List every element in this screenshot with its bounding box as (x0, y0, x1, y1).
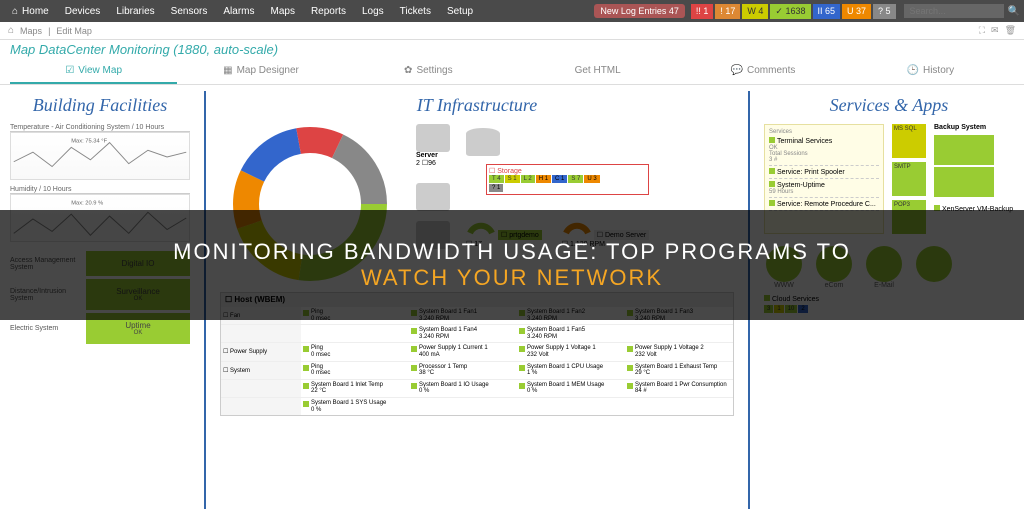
database-icon (466, 128, 500, 156)
host-row-label: ☐ Power Supply (221, 342, 301, 360)
log-entries-button[interactable]: New Log Entries 47 (594, 4, 685, 18)
top-nav: ⌂HomeDevicesLibrariesSensorsAlarmsMapsRe… (0, 0, 1024, 22)
host-cell[interactable]: System Board 1 Pwr Consumption84 # (625, 379, 733, 397)
nav-item-tickets[interactable]: Tickets (392, 0, 439, 22)
nav-item-reports[interactable]: Reports (303, 0, 354, 22)
breadcrumb-item: Edit Map (56, 26, 92, 36)
status-badge[interactable]: ? 5 (873, 4, 896, 19)
breadcrumb: ⌂ Maps | Edit Map ⛶ ✉ 🗑 (0, 22, 1024, 40)
host-cell[interactable] (409, 397, 517, 415)
service-tile[interactable]: SMTP (892, 162, 926, 196)
host-cell[interactable]: System Board 1 MEM Usage0 % (517, 379, 625, 397)
breadcrumb-item[interactable]: Maps (20, 26, 42, 36)
nav-item-setup[interactable]: Setup (439, 0, 481, 22)
host-cell[interactable] (625, 397, 733, 415)
tab-history[interactable]: 🕒History (847, 59, 1014, 84)
host-cell[interactable]: Power Supply 1 Current 1400 mA (409, 342, 517, 360)
server-widget[interactable]: Server 2 ☐96 (416, 124, 450, 167)
tab-map-designer[interactable]: ▦Map Designer (177, 59, 344, 84)
section-title-infra: IT Infrastructure (220, 95, 734, 116)
host-cell[interactable] (517, 397, 625, 415)
storage-widget[interactable]: ☐ Storage T 4S 1L 2H 1C 1S 7U 3? 1 (486, 164, 649, 195)
rack-icon (416, 183, 450, 211)
host-cell[interactable]: System Board 1 CPU Usage1 % (517, 361, 625, 379)
status-badge[interactable]: ! 17 (715, 4, 740, 19)
mail-icon[interactable]: ✉ (991, 25, 999, 36)
status-badge[interactable]: U 37 (842, 4, 871, 19)
host-cell[interactable]: Ping0 msec (301, 342, 409, 360)
server-icon (416, 124, 450, 152)
status-badge[interactable]: W 4 (742, 4, 768, 19)
tab-comments[interactable]: 💬Comments (679, 59, 846, 84)
nav-item-devices[interactable]: Devices (57, 0, 109, 22)
tab-view-map[interactable]: ☑View Map (10, 59, 177, 84)
host-cell[interactable]: Power Supply 1 Voltage 2232 Volt (625, 342, 733, 360)
delete-icon[interactable]: 🗑 (1005, 25, 1016, 36)
home-icon[interactable]: ⌂ (8, 25, 14, 36)
tab-bar: ☑View Map▦Map Designer✿SettingsGet HTML💬… (0, 59, 1024, 85)
host-cell[interactable]: System Board 1 Exhaust Temp29 °C (625, 361, 733, 379)
host-row-label (221, 324, 301, 342)
host-row-label: ☐ System (221, 361, 301, 379)
search-icon[interactable]: 🔍 (1008, 6, 1020, 17)
nav-item-libraries[interactable]: Libraries (108, 0, 162, 22)
svg-text:Max: 75.34 °F: Max: 75.34 °F (71, 139, 107, 145)
overlay-line1: MONITORING BANDWIDTH USAGE: TOP PROGRAMS… (173, 239, 851, 265)
host-cell[interactable]: System Board 1 Fan43.240 RPM (409, 324, 517, 342)
tab-get-html[interactable]: Get HTML (512, 59, 679, 84)
nav-item-logs[interactable]: Logs (354, 0, 392, 22)
nav-item-home[interactable]: ⌂Home (4, 0, 57, 22)
status-badge[interactable]: !! 1 (691, 4, 714, 19)
host-cell[interactable]: Ping0 msec (301, 361, 409, 379)
section-title-facilities: Building Facilities (10, 95, 190, 116)
nav-item-alarms[interactable]: Alarms (215, 0, 262, 22)
home-icon: ⌂ (12, 6, 18, 17)
host-row-label (221, 397, 301, 415)
service-tile[interactable]: MS SQL (892, 124, 926, 158)
host-cell[interactable] (625, 324, 733, 342)
status-badge[interactable]: ✓ 1638 (770, 4, 810, 19)
nav-item-maps[interactable]: Maps (262, 0, 302, 22)
host-cell[interactable]: System Board 1 Inlet Temp22 °C (301, 379, 409, 397)
host-cell[interactable]: Power Supply 1 Voltage 1232 Volt (517, 342, 625, 360)
service-item[interactable]: Terminal ServicesOK Total Sessions 3 # (769, 135, 879, 166)
status-badges: !! 1! 17W 4✓ 1638II 65U 37? 5 (691, 4, 896, 19)
chart-label: Temperature - Air Conditioning System / … (10, 124, 190, 132)
svg-text:Max: 20.9 %: Max: 20.9 % (71, 201, 103, 207)
page-title: Map DataCenter Monitoring (1880, auto-sc… (0, 40, 1024, 59)
section-title-services: Services & Apps (764, 95, 1014, 116)
nav-item-sensors[interactable]: Sensors (163, 0, 216, 22)
service-item[interactable]: System-Uptime59 Hours (769, 179, 879, 198)
overlay-line2: WATCH YOUR NETWORK (361, 265, 663, 291)
host-row-label (221, 379, 301, 397)
tab-settings[interactable]: ✿Settings (345, 59, 512, 84)
host-cell[interactable] (301, 324, 409, 342)
chart-label: Humidity / 10 Hours (10, 186, 190, 194)
host-cell[interactable]: System Board 1 Fan53.240 RPM (517, 324, 625, 342)
host-cell[interactable]: System Board 1 SYS Usage0 % (301, 397, 409, 415)
host-cell[interactable]: Processor 1 Temp38 °C (409, 361, 517, 379)
host-cell[interactable]: System Board 1 IO Usage0 % (409, 379, 517, 397)
service-item[interactable]: Service: Print Spooler (769, 166, 879, 179)
temperature-chart: Max: 75.34 °F (10, 132, 190, 180)
overlay-banner: MONITORING BANDWIDTH USAGE: TOP PROGRAMS… (0, 210, 1024, 320)
search-input[interactable] (904, 4, 1004, 18)
status-badge[interactable]: II 65 (813, 4, 841, 19)
expand-icon[interactable]: ⛶ (979, 25, 985, 36)
